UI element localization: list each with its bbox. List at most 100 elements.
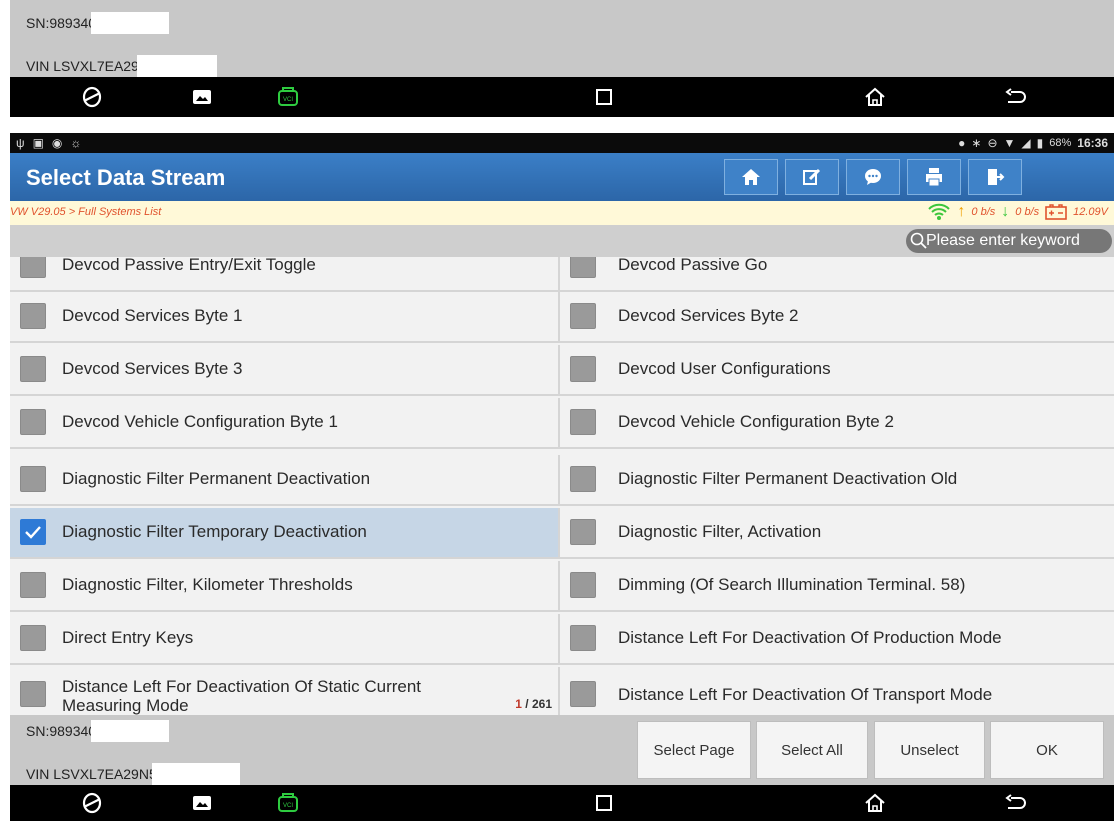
list-item[interactable]: Devcod Vehicle Configuration Byte 1	[10, 398, 560, 447]
list-item[interactable]: Devcod Services Byte 3	[10, 345, 560, 394]
accessibility-icon: ☼	[70, 136, 82, 150]
vci-icon[interactable]: VCI	[274, 789, 302, 817]
upload-arrow-icon: ↑	[957, 203, 966, 220]
item-label: Devcod Services Byte 3	[62, 359, 243, 378]
total-pages: / 261	[525, 697, 552, 711]
item-label: Diagnostic Filter Permanent Deactivation…	[618, 469, 958, 488]
home-icon	[742, 169, 760, 185]
checkbox[interactable]	[20, 466, 46, 492]
checkbox[interactable]	[20, 409, 46, 435]
checkbox[interactable]	[570, 519, 596, 545]
list-item[interactable]: Distance Left For Deactivation Of Produc…	[562, 614, 1114, 663]
list-row: Devcod Passive Entry/Exit Toggle Devcod …	[10, 257, 1114, 292]
list-item[interactable]: Devcod Passive Go	[562, 257, 1114, 290]
back-icon[interactable]	[1002, 83, 1030, 111]
system-nav-bar-top: VCI	[10, 77, 1114, 117]
list-row: Devcod Services Byte 1 Devcod Services B…	[10, 292, 1114, 343]
item-label: Devcod Passive Entry/Exit Toggle	[62, 257, 316, 274]
list-item[interactable]: Devcod Services Byte 2	[562, 292, 1114, 341]
voltage-value: 12.09V	[1073, 206, 1108, 218]
search-bar: Please enter keyword	[10, 225, 1114, 257]
home-icon[interactable]	[861, 789, 889, 817]
print-button[interactable]	[907, 159, 961, 195]
status-bar: ψ ▣ ◉ ☼ ● ∗ ⊖ ▼ ◢ ▮ 68% 16:36	[10, 133, 1114, 153]
serial-number: SN:989340	[26, 15, 97, 31]
gallery-icon[interactable]	[188, 789, 216, 817]
checkbox-checked[interactable]	[20, 519, 46, 545]
wifi-signal-icon: ▼	[1003, 136, 1016, 150]
message-button[interactable]	[846, 159, 900, 195]
vin-number: VIN LSVXL7EA29N5	[26, 766, 157, 782]
svg-text:VCI: VCI	[283, 97, 293, 103]
checkbox[interactable]	[570, 625, 596, 651]
list-item[interactable]: Devcod User Configurations	[562, 345, 1114, 394]
item-label: Devcod Passive Go	[618, 257, 768, 274]
list-item[interactable]: Diagnostic Filter Permanent Deactivation…	[562, 455, 1114, 504]
list-row: Direct Entry Keys Distance Left For Deac…	[10, 614, 1114, 665]
list-item[interactable]: Devcod Services Byte 1	[10, 292, 560, 341]
unselect-button[interactable]: Unselect	[874, 721, 985, 779]
title-bar: Select Data Stream	[10, 153, 1114, 201]
recents-icon[interactable]	[590, 83, 618, 111]
edit-button[interactable]	[785, 159, 839, 195]
checkbox[interactable]	[570, 409, 596, 435]
gap-strip	[10, 117, 1114, 133]
battery-level: 68%	[1049, 137, 1072, 149]
checkbox[interactable]	[570, 466, 596, 492]
system-nav-bar-bottom: VCI	[10, 785, 1114, 821]
checkbox[interactable]	[570, 572, 596, 598]
item-label: Diagnostic Filter Temporary Deactivation	[62, 522, 367, 541]
list-item-selected[interactable]: Diagnostic Filter Temporary Deactivation	[10, 508, 560, 557]
list-item[interactable]: Distance Left For Deactivation Of Static…	[10, 667, 560, 715]
back-icon[interactable]	[1002, 789, 1030, 817]
shield-icon: ◉	[51, 136, 63, 150]
list-item[interactable]: Devcod Vehicle Configuration Byte 2	[562, 398, 1114, 447]
list-row: Distance Left For Deactivation Of Static…	[10, 667, 1114, 715]
list-item[interactable]: Diagnostic Filter, Kilometer Thresholds	[10, 561, 560, 610]
image-notification-icon: ▣	[32, 136, 44, 150]
search-input[interactable]: Please enter keyword	[906, 229, 1112, 253]
browser-icon[interactable]	[78, 83, 106, 111]
redaction-box	[152, 763, 240, 785]
browser-icon[interactable]	[78, 789, 106, 817]
home-icon[interactable]	[861, 83, 889, 111]
list-item[interactable]: Dimming (Of Search Illumination Terminal…	[562, 561, 1114, 610]
checkbox[interactable]	[20, 625, 46, 651]
exit-button[interactable]	[968, 159, 1022, 195]
checkbox[interactable]	[570, 356, 596, 382]
bottom-toolbar: SN:989340 VIN LSVXL7EA29N5 Select Page S…	[10, 715, 1114, 785]
checkbox[interactable]	[20, 572, 46, 598]
list-item[interactable]: Direct Entry Keys	[10, 614, 560, 663]
ok-button[interactable]: OK	[990, 721, 1104, 779]
item-label: Diagnostic Filter, Kilometer Thresholds	[62, 575, 353, 594]
checkbox[interactable]	[20, 356, 46, 382]
item-label: Direct Entry Keys	[62, 628, 194, 647]
item-label: Devcod Vehicle Configuration Byte 2	[618, 412, 894, 431]
checkbox[interactable]	[20, 257, 46, 278]
recents-icon[interactable]	[590, 789, 618, 817]
checkbox[interactable]	[20, 303, 46, 329]
checkbox[interactable]	[20, 681, 46, 707]
serial-number: SN:989340	[26, 723, 97, 739]
select-all-button[interactable]: Select All	[756, 721, 868, 779]
data-stream-list[interactable]: Devcod Passive Entry/Exit Toggle Devcod …	[10, 257, 1114, 715]
list-item[interactable]: Diagnostic Filter, Activation	[562, 508, 1114, 557]
list-item[interactable]: Devcod Passive Entry/Exit Toggle	[10, 257, 560, 290]
vci-icon[interactable]: VCI	[274, 83, 302, 111]
checkbox[interactable]	[570, 681, 596, 707]
gallery-icon[interactable]	[188, 83, 216, 111]
list-row: Devcod Services Byte 3 Devcod User Confi…	[10, 345, 1114, 396]
list-row: Diagnostic Filter, Kilometer Thresholds …	[10, 561, 1114, 612]
item-label: Devcod Services Byte 2	[618, 306, 799, 325]
current-page: 1	[515, 697, 522, 711]
home-button[interactable]	[724, 159, 778, 195]
breadcrumb-bar: VW V29.05 > Full Systems List ↑ 0 b/s ↓ …	[10, 201, 1114, 225]
checkbox[interactable]	[570, 257, 596, 278]
list-item[interactable]: Diagnostic Filter Permanent Deactivation	[10, 455, 560, 504]
checkbox[interactable]	[570, 303, 596, 329]
list-item[interactable]: Distance Left For Deactivation Of Transp…	[562, 667, 1114, 715]
select-page-button[interactable]: Select Page	[637, 721, 751, 779]
redaction-box	[91, 12, 169, 34]
page-indicator: 1 / 261	[515, 697, 552, 711]
download-rate: 0 b/s	[1015, 206, 1040, 218]
